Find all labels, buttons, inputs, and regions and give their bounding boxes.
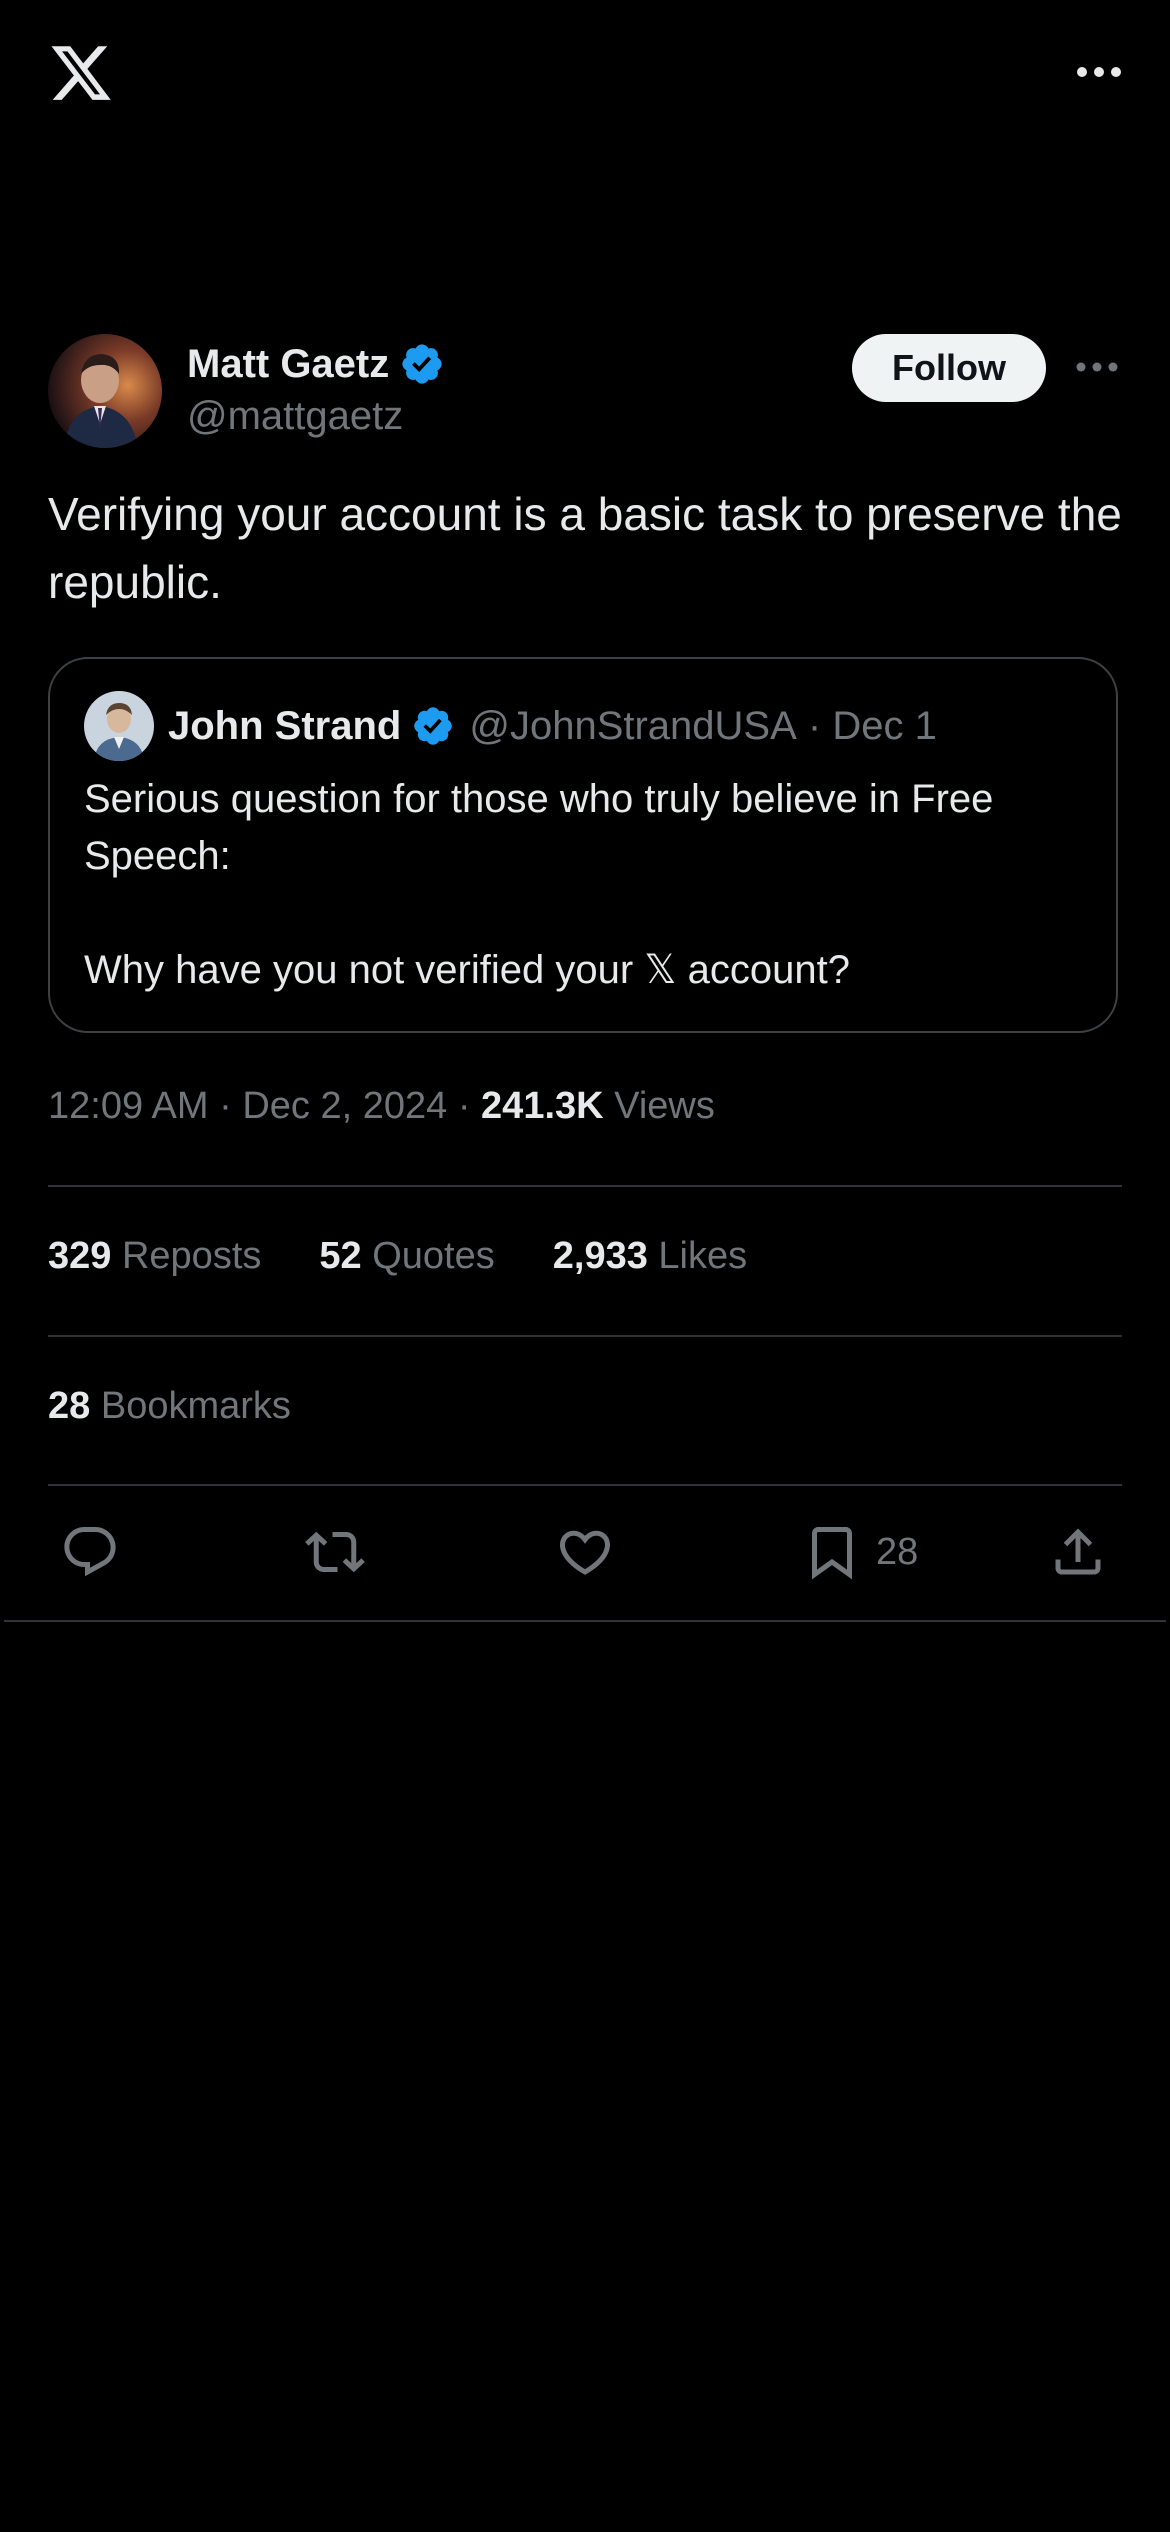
heart-icon [559, 1530, 611, 1575]
share-icon [1055, 1528, 1101, 1575]
top-bar [0, 0, 1170, 150]
views-count: 241.3K [481, 1085, 604, 1127]
quoted-author-avatar [84, 691, 154, 761]
more-options-icon[interactable] [1074, 52, 1124, 92]
follow-button[interactable]: Follow [852, 334, 1046, 402]
meta-separator: · [219, 1085, 243, 1127]
reposts-stat[interactable]: 329 Reposts [48, 1235, 261, 1278]
display-name-row: Matt Gaetz [187, 336, 445, 392]
bookmarks-stat[interactable]: 28 Bookmarks [48, 1385, 291, 1428]
divider [48, 1484, 1122, 1486]
author-handle[interactable]: @mattgaetz [187, 394, 445, 439]
likes-count: 2,933 [552, 1235, 648, 1277]
bookmark-button[interactable]: 28 [802, 1522, 918, 1582]
tweet-action-bar: 28 [0, 1512, 1170, 1592]
likes-stat[interactable]: 2,933 Likes [553, 1235, 747, 1278]
quotes-count: 52 [319, 1235, 362, 1277]
tweet-detail: Matt Gaetz @mattgaetz Follow Verifying y… [0, 330, 1170, 1622]
quoted-tweet-card[interactable]: John Strand @JohnStrandUSA · Dec 1 Serio… [48, 657, 1118, 1033]
divider [4, 1620, 1166, 1622]
bookmarks-label: Bookmarks [100, 1385, 291, 1427]
divider [48, 1335, 1122, 1337]
x-logo-icon[interactable] [48, 40, 114, 106]
quoted-author-display-name: John Strand [168, 703, 402, 748]
tweet-date[interactable]: Dec 2, 2024 [242, 1085, 447, 1127]
engagement-stats-row: 329 Reposts 52 Quotes 2,933 Likes [48, 1235, 805, 1278]
reposts-label: Reposts [121, 1235, 262, 1277]
quoted-tweet-date: Dec 1 [832, 703, 937, 748]
views-label: Views [614, 1085, 715, 1127]
like-button[interactable] [555, 1522, 615, 1582]
quoted-tweet-text: Serious question for those who truly bel… [84, 777, 994, 992]
tweet-author-row: Matt Gaetz @mattgaetz Follow [0, 330, 1170, 450]
bookmark-button-count: 28 [876, 1530, 919, 1573]
tweet-more-options-icon[interactable] [1072, 352, 1122, 382]
likes-label: Likes [658, 1235, 748, 1277]
meta-separator: · [457, 1085, 482, 1127]
share-button[interactable] [1048, 1522, 1108, 1582]
tweet-time[interactable]: 12:09 AM [48, 1085, 209, 1127]
quoted-author-handle: @JohnStrandUSA [469, 703, 797, 748]
tweet-timestamp-row: 12:09 AM · Dec 2, 2024 · 241.3K Views [48, 1085, 715, 1128]
author-avatar[interactable] [48, 334, 162, 448]
quotes-label: Quotes [372, 1235, 495, 1277]
repost-button[interactable] [305, 1522, 365, 1582]
tweet-text: Verifying your account is a basic task t… [48, 488, 1135, 608]
reply-icon [64, 1527, 116, 1577]
reposts-count: 329 [48, 1235, 112, 1277]
reply-button[interactable] [60, 1522, 120, 1582]
repost-icon [305, 1531, 365, 1573]
quoted-meta-separator: · [796, 703, 833, 748]
bookmarks-count: 28 [48, 1385, 91, 1427]
author-names: Matt Gaetz @mattgaetz [187, 336, 445, 439]
quotes-stat[interactable]: 52 Quotes [319, 1235, 494, 1278]
quoted-verified-badge-icon [414, 707, 453, 745]
divider [48, 1185, 1122, 1187]
verified-badge-icon [402, 344, 442, 384]
author-display-name[interactable]: Matt Gaetz [187, 342, 389, 387]
quoted-tweet-header: John Strand @JohnStrandUSA · Dec 1 [84, 691, 937, 761]
bookmark-icon [812, 1527, 852, 1580]
